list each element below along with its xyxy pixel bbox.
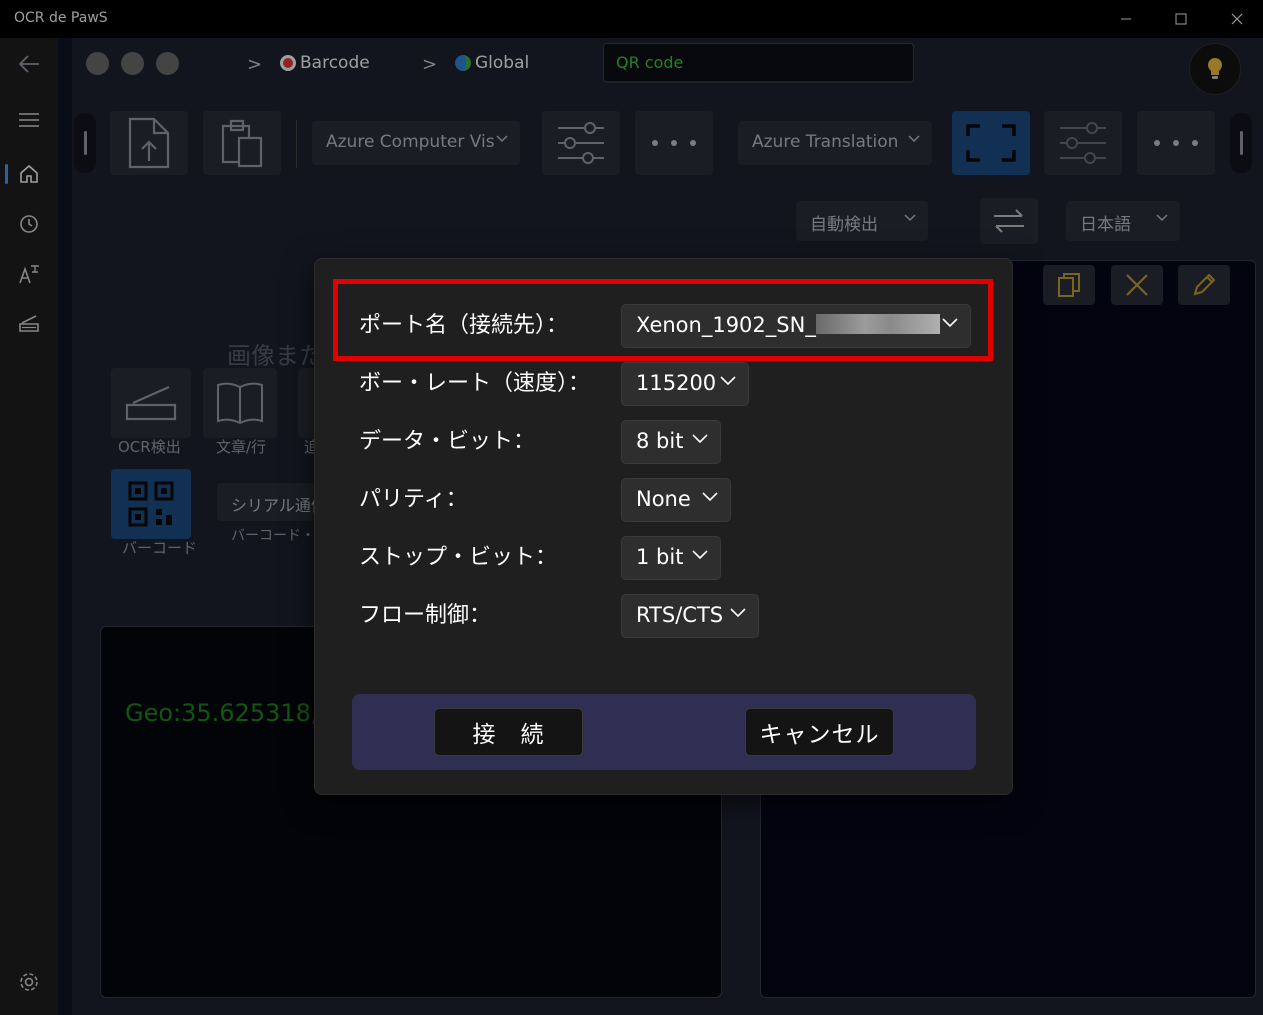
stop-bits-label: ストップ・ビット：: [359, 545, 558, 570]
flow-control-select[interactable]: RTS/CTS: [621, 594, 759, 638]
chevron-down-icon: [720, 376, 736, 386]
flow-control-label: フロー制御：: [359, 603, 492, 628]
stop-bits-value: 1 bit: [636, 545, 684, 569]
chevron-down-icon: [692, 434, 708, 444]
connect-button[interactable]: 接 続: [434, 708, 583, 756]
baud-rate-select[interactable]: 115200: [621, 362, 749, 406]
cancel-button[interactable]: キャンセル: [745, 708, 894, 756]
baud-rate-label: ボー・レート（速度）：: [359, 371, 591, 396]
parity-select[interactable]: None: [621, 478, 731, 522]
flow-control-value: RTS/CTS: [636, 603, 724, 627]
dialog-footer: 接 続 キャンセル: [352, 694, 976, 770]
parity-label: パリティ：: [359, 487, 468, 512]
chevron-down-icon: [692, 550, 708, 560]
data-bits-label: データ・ビット：: [359, 429, 536, 454]
chevron-down-icon: [702, 492, 718, 502]
baud-rate-value: 115200: [636, 371, 717, 395]
chevron-down-icon: [730, 608, 746, 618]
data-bits-select[interactable]: 8 bit: [621, 420, 721, 464]
port-name-highlight-box: [333, 279, 993, 361]
data-bits-value: 8 bit: [636, 429, 684, 453]
stop-bits-select[interactable]: 1 bit: [621, 536, 721, 580]
parity-value: None: [636, 487, 691, 511]
